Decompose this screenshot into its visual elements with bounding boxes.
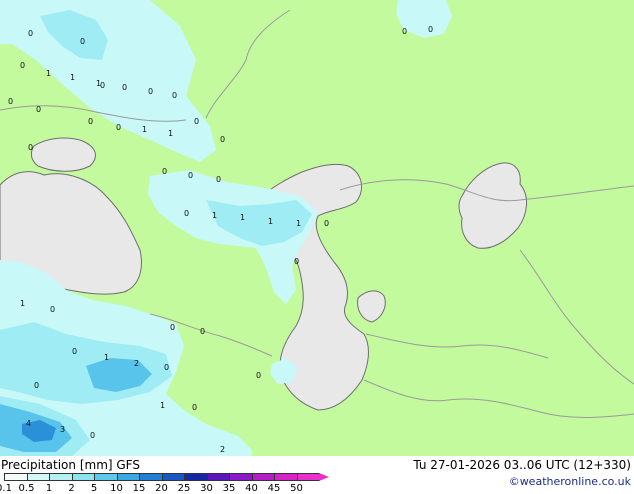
point-value-label: 0: [294, 257, 299, 266]
scale-tick-label: 2: [68, 483, 75, 494]
point-value-label: 3: [60, 425, 65, 434]
scale-tick-label: 5: [90, 483, 98, 494]
scale-tick-label: 0.5: [18, 483, 35, 494]
scale-tick-label: 25: [177, 483, 191, 494]
color-swatch: [94, 473, 118, 481]
scale-tick-label: 30: [200, 483, 213, 494]
color-swatch: [71, 473, 95, 481]
point-value-label: 1: [104, 353, 109, 362]
color-swatch: [184, 473, 208, 481]
scale-tick-label: 1: [45, 483, 53, 494]
point-value-label: 0: [220, 135, 225, 144]
point-value-label: 0: [88, 117, 93, 126]
color-swatch: [229, 473, 253, 481]
scale-tick-label: 0.1: [0, 483, 12, 494]
point-value-label: 4: [26, 419, 31, 428]
color-swatch: [116, 473, 140, 481]
point-value-label: 1: [296, 219, 301, 228]
color-swatch: [4, 473, 28, 481]
point-value-label: 0: [164, 363, 169, 372]
point-value-label: 0: [34, 381, 39, 390]
scale-tick-label: 10: [110, 483, 123, 494]
point-value-label: 1: [96, 79, 101, 88]
point-value-label: 0: [194, 117, 199, 126]
scale-arrow: [319, 473, 329, 481]
color-swatch: [161, 473, 185, 481]
point-value-label: 0: [20, 61, 25, 70]
point-value-label: 0: [428, 25, 433, 34]
scale-tick-label: 50: [290, 483, 303, 494]
scale-tick-label: 35: [222, 483, 236, 494]
color-swatch: [296, 473, 320, 481]
credit-link[interactable]: ©weatheronline.co.uk: [509, 475, 631, 489]
color-swatch: [139, 473, 163, 481]
point-value-label: 0: [80, 37, 85, 46]
point-value-label: 1: [268, 217, 273, 226]
point-value-label: 1: [168, 129, 173, 138]
point-value-label: 0: [170, 323, 175, 332]
point-value-label: 0: [122, 83, 127, 92]
sea-of-azov: [30, 137, 96, 172]
point-value-label: 0: [28, 29, 33, 38]
scale-tick-label: 20: [155, 483, 168, 494]
point-value-label: 0: [324, 219, 329, 228]
color-swatch: [26, 473, 50, 481]
point-value-label: 2: [220, 445, 225, 454]
point-value-label: 0: [72, 347, 77, 356]
point-value-label: 0: [172, 91, 177, 100]
legend-title: Precipitation [mm] GFS: [1, 458, 140, 472]
point-value-label: 2: [134, 359, 139, 368]
color-swatch: [251, 473, 275, 481]
point-value-label: 0: [192, 403, 197, 412]
point-value-label: 1: [142, 125, 147, 134]
color-swatch: [274, 473, 298, 481]
point-value-label: 0: [8, 97, 13, 106]
point-value-label: 0: [116, 123, 121, 132]
point-value-label: 0: [200, 327, 205, 336]
point-value-label: 0: [184, 209, 189, 218]
map-canvas: 0 0 0 0 0 0 0 1 1 1 0 0 0 0 0 0 1 1 0 0 0 0 0 1 1 1 1 0 0 0 0 1 0 0 0 0 1 2 0 0…: [0, 0, 634, 456]
point-value-label: 0: [188, 171, 193, 180]
color-swatch: [49, 473, 73, 481]
point-value-label: 1: [160, 401, 165, 410]
point-value-label: 1: [46, 69, 51, 78]
point-value-label: 1: [70, 73, 75, 82]
scale-tick-label: 15: [132, 483, 146, 494]
point-value-label: 0: [162, 167, 167, 176]
point-value-label: 1: [240, 213, 245, 222]
precipitation-map: 0 0 0 0 0 0 0 1 1 1 0 0 0 0 0 0 1 1 0 0 0 0 0 1 1 1 1 0 0 0 0 1 0 0 0 0 1 2 0 0…: [0, 0, 634, 456]
point-value-label: 0: [90, 431, 95, 440]
point-value-label: 0: [36, 105, 41, 114]
point-value-label: 0: [28, 143, 33, 152]
point-value-label: 1: [212, 211, 217, 220]
point-value-label: 0: [216, 175, 221, 184]
map-footer: Precipitation [mm] GFS Tu 27-01-2026 03.…: [0, 456, 634, 494]
scale-tick-label: 40: [245, 483, 258, 494]
scale-tick-label: 45: [267, 483, 281, 494]
point-value-label: 0: [148, 87, 153, 96]
point-value-label: 0: [50, 305, 55, 314]
run-info: Tu 27-01-2026 03..06 UTC (12+330): [413, 458, 631, 472]
point-value-label: 1: [20, 299, 25, 308]
point-value-label: 0: [402, 27, 407, 36]
point-value-label: 0: [256, 371, 261, 380]
color-swatch: [206, 473, 230, 481]
